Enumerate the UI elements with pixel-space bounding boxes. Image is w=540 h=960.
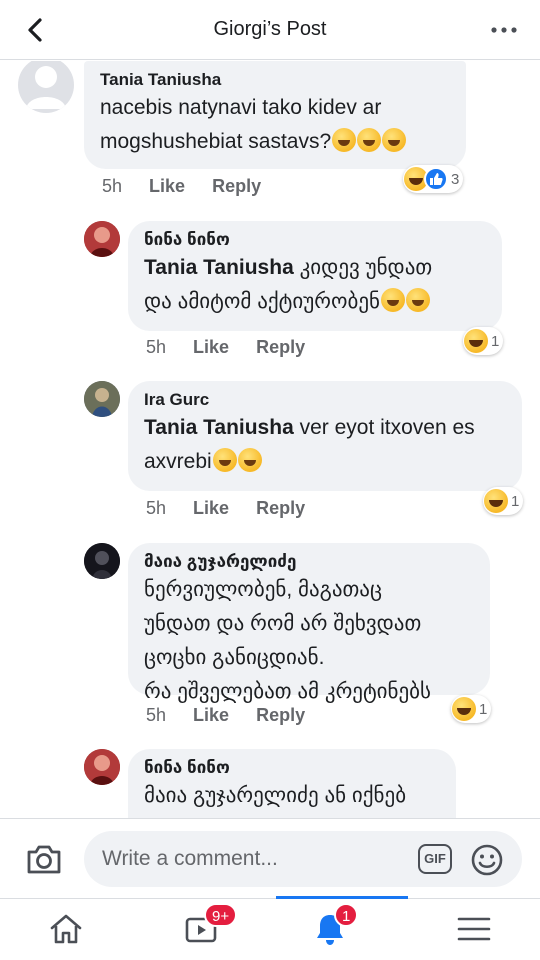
comment-bubble[interactable]: Tania Taniusha nacebis natynavi tako kid… [84,61,466,169]
like-button[interactable]: Like [193,498,229,519]
comment-text-line: nacebis natynavi tako kidev ar [100,96,382,119]
comment-actions: 5h Like Reply [146,498,327,519]
comment-author[interactable]: Tania Taniusha [100,69,450,91]
nav-menu[interactable] [420,899,528,960]
nav-home[interactable] [12,899,120,960]
reply-button[interactable]: Reply [256,337,305,358]
default-avatar-icon [26,66,66,109]
avatar-photo [84,749,120,785]
reaction-summary[interactable]: 1 [451,695,492,723]
avatar[interactable] [84,543,120,579]
avatar-photo [84,381,120,417]
reaction-count: 1 [479,700,488,718]
avatar[interactable] [84,381,120,417]
comment-bubble[interactable]: Ira Gurc Tania Taniusha ver eyot itxoven… [128,381,522,491]
comment-composer: GIF [0,818,540,898]
comment-bubble[interactable]: ნინა ნინო Tania Taniusha კიდევ უნდათ და … [128,221,502,331]
laughing-emoji-icon [332,128,357,152]
watch-badge: 9+ [204,903,238,927]
notifications-badge: 1 [334,903,359,927]
mention-tag[interactable]: Tania Taniusha [144,416,294,439]
comment-actions: 5h Like Reply [102,176,283,197]
comment-bubble[interactable]: მაია გუჯარელიძე ნერვიულობენ, მაგათაც უნდ… [128,543,490,703]
comment-text-line: ნერვიულობენ, მაგათაც [144,578,382,601]
reaction-count: 3 [451,170,460,188]
haha-reaction-icon [464,329,488,353]
avatar-photo [84,543,120,579]
comment-time: 5h [102,176,123,196]
comment-text-line: axvrebi [144,450,212,473]
haha-reaction-icon [452,697,476,721]
nav-watch[interactable]: 9+ [148,899,256,960]
emoji-button[interactable] [470,843,504,877]
comment-actions: 5h Like Reply [146,705,327,726]
laughing-emoji-icon [405,288,430,312]
like-button[interactable]: Like [193,705,229,726]
comment-text-line: კიდევ უნდათ [299,256,433,279]
reaction-count: 1 [491,332,500,350]
avatar-photo [84,221,120,257]
reply-button[interactable]: Reply [212,176,261,197]
comment-author[interactable]: Ira Gurc [144,389,506,411]
comment-text: ნერვიულობენ, მაგათაც უნდათ და რომ არ შეხ… [144,573,474,709]
smiley-icon [471,844,503,876]
like-button[interactable]: Like [193,337,229,358]
like-button[interactable]: Like [149,176,185,197]
reaction-summary[interactable]: 1 [463,327,504,355]
comment-text: Tania Taniusha კიდევ უნდათ და ამიტომ აქტ… [144,251,486,319]
rolling-laughing-emoji-icon [237,448,262,472]
comment-author[interactable]: ნინა ნინო [144,229,486,251]
reaction-summary[interactable]: 3 [403,165,464,193]
nav-notifications[interactable]: 1 [276,896,408,960]
comments-list: Tania Taniusha nacebis natynavi tako kid… [0,61,540,818]
haha-reaction-icon [484,489,508,513]
more-options-button[interactable] [488,14,520,46]
comment-text-line: და ამიტომ აქტიურობენ [144,290,380,313]
camera-icon [27,845,61,874]
comment-time: 5h [146,498,167,518]
comment-time: 5h [146,337,167,357]
comment-text-line: რა ეშველებათ ამ კრეტინებს [144,680,432,703]
reaction-summary[interactable]: 1 [483,487,524,515]
avatar[interactable] [18,61,74,113]
laughing-emoji-icon [380,288,405,312]
comment-text: nacebis natynavi tako kidev ar mogshushe… [100,91,450,159]
comment-actions: 5h Like Reply [146,337,327,358]
reply-button[interactable]: Reply [256,705,305,726]
home-icon [50,914,82,944]
rolling-laughing-emoji-icon [212,448,237,472]
avatar[interactable] [84,221,120,257]
comment-input[interactable] [84,831,522,887]
comment-author[interactable]: მაია გუჯარელიძე [144,551,474,573]
comment-text: მაია გუჯარელიძე ან იქნებ [144,779,440,813]
page-title: Giorgi’s Post [213,18,327,40]
avatar[interactable] [84,749,120,785]
comment-text-line: მაია გუჯარელიძე ან იქნებ [144,784,407,807]
comment-author[interactable]: ნინა ნინო [144,757,440,779]
reply-button[interactable]: Reply [256,498,305,519]
bottom-navigation: 9+ 1 [0,896,540,960]
top-bar: Giorgi’s Post [0,0,540,60]
comment-text-line: ver eyot itxoven es [299,416,475,439]
comment-bubble[interactable]: ნინა ნინო მაია გუჯარელიძე ან იქნებ [128,749,456,818]
reaction-count: 1 [511,492,520,510]
comment-time: 5h [146,705,167,725]
post-page: Giorgi’s Post Tania Taniusha nacebis nat… [0,0,540,960]
more-icon [491,27,517,33]
comment-text-line: უნდათ და რომ არ შეხვდათ [144,612,422,635]
mention-tag[interactable]: Tania Taniusha [144,256,294,279]
laughing-emoji-icon [382,128,407,152]
like-reaction-icon [424,167,448,191]
camera-button[interactable] [24,839,64,879]
comment-text-line: ცოცხი განიცდიან. [144,646,325,669]
hamburger-menu-icon [457,917,491,941]
comment-text-line: mogshushebiat sastavs? [100,130,332,153]
gif-button[interactable]: GIF [418,844,452,874]
laughing-emoji-icon [357,128,382,152]
comment-text: Tania Taniusha ver eyot itxoven es axvre… [144,411,506,479]
